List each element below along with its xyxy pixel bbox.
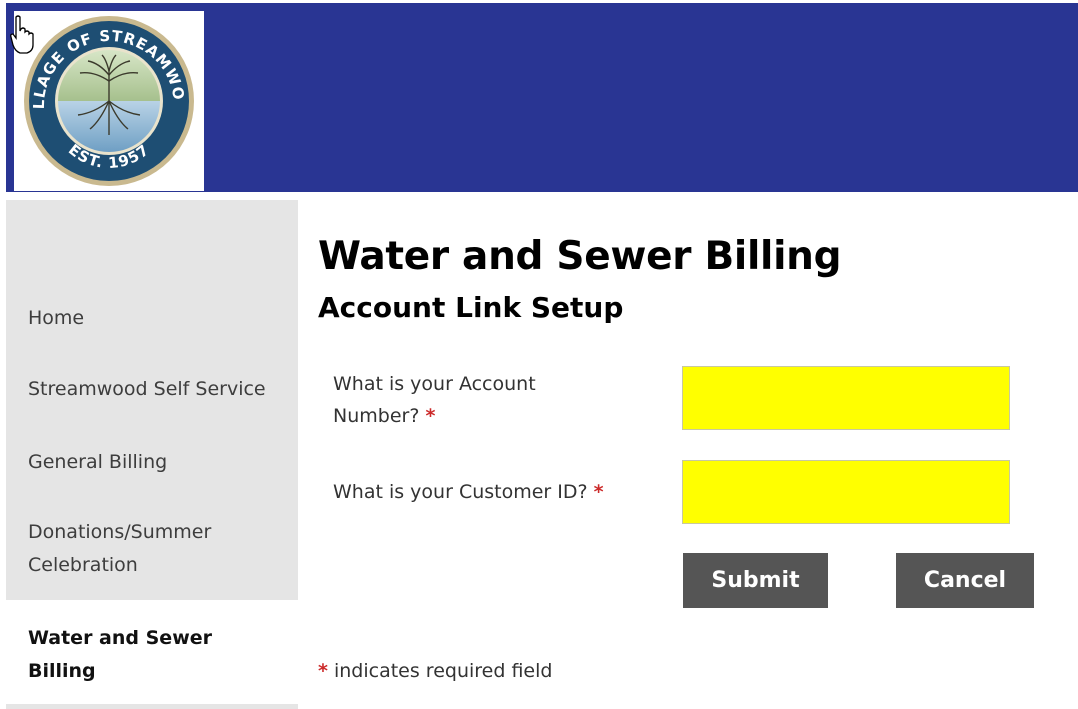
required-marker: * xyxy=(425,405,436,427)
village-logo[interactable]: VILLAGE OF STREAMWOOD EST. 1957 xyxy=(14,11,204,191)
page-subtitle: Account Link Setup xyxy=(318,291,624,324)
sidebar-item-donations[interactable]: Donations/Summer Celebration xyxy=(28,516,288,582)
required-marker: * xyxy=(593,481,604,503)
sidebar-item-self-service[interactable]: Streamwood Self Service xyxy=(28,373,288,406)
page-title: Water and Sewer Billing xyxy=(318,234,842,279)
customer-id-label: What is your Customer ID? * xyxy=(333,476,604,508)
sidebar-footer-strip xyxy=(6,704,298,709)
sidebar-item-water-sewer-label[interactable]: Water and Sewer Billing xyxy=(28,622,288,688)
cancel-button[interactable]: Cancel xyxy=(896,553,1034,608)
required-note-text: indicates required field xyxy=(333,660,553,682)
submit-button[interactable]: Submit xyxy=(683,553,828,608)
customer-id-label-text: What is your Customer ID? xyxy=(333,481,588,503)
sidebar-item-general-billing[interactable]: General Billing xyxy=(28,446,288,479)
hand-cursor-icon xyxy=(10,15,34,54)
site-header: VILLAGE OF STREAMWOOD EST. 1957 xyxy=(6,3,1078,192)
account-number-label: What is your Account Number? * xyxy=(333,368,623,432)
required-field-note: * indicates required field xyxy=(318,660,552,682)
customer-id-input[interactable] xyxy=(682,460,1010,524)
sidebar-item-home[interactable]: Home xyxy=(28,302,288,335)
tree-seal-logo-icon: VILLAGE OF STREAMWOOD EST. 1957 xyxy=(14,11,194,186)
required-marker: * xyxy=(318,660,328,682)
account-number-input[interactable] xyxy=(682,366,1010,430)
